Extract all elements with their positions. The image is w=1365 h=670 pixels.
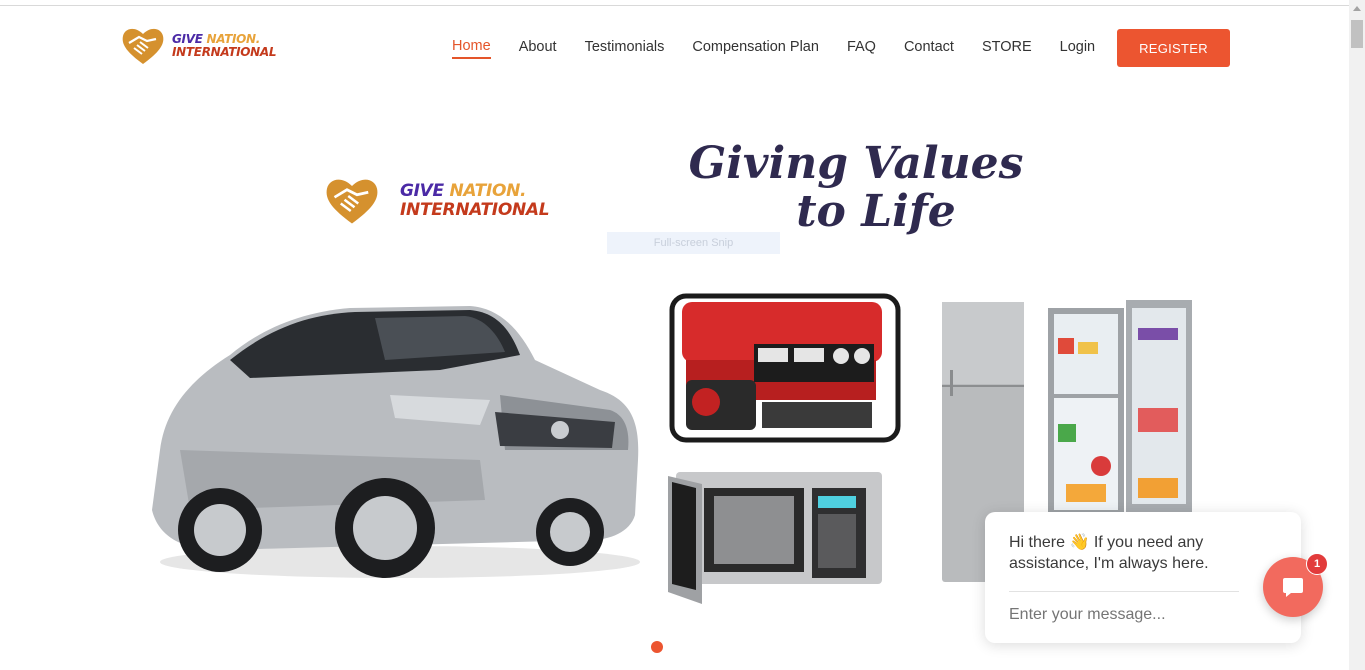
brand-give: GIVE xyxy=(172,32,203,46)
page-scrollbar[interactable] xyxy=(1349,0,1365,670)
header-logo[interactable]: GIVE NATION. INTERNATIONAL xyxy=(120,26,277,66)
suv-car-image xyxy=(152,306,640,578)
main-nav: Home About Testimonials Compensation Pla… xyxy=(452,38,1123,59)
chat-greeting: Hi there 👋 If you need any assistance, I… xyxy=(1009,534,1209,572)
nav-contact[interactable]: Contact xyxy=(904,39,954,58)
chat-popup: Hi there 👋 If you need any assistance, I… xyxy=(985,512,1301,643)
tagline-line-1: Giving Values xyxy=(688,138,1024,189)
nav-testimonials[interactable]: Testimonials xyxy=(585,39,665,58)
tagline-line-2: to Life xyxy=(796,186,956,237)
hero-logo: GIVE NATION. INTERNATIONAL xyxy=(318,176,550,226)
hero-brand-international: INTERNATIONAL xyxy=(400,200,550,220)
nav-faq[interactable]: FAQ xyxy=(847,39,876,58)
scroll-up-arrow-icon[interactable] xyxy=(1353,6,1361,11)
hero-brand-nation: NATION. xyxy=(449,181,527,201)
nav-login[interactable]: Login xyxy=(1060,39,1095,58)
handshake-heart-icon xyxy=(326,179,378,224)
generator-image xyxy=(669,293,901,443)
nav-compensation-plan[interactable]: Compensation Plan xyxy=(692,39,819,58)
chat-notification-badge: 1 xyxy=(1306,553,1328,575)
refrigerator-open-image xyxy=(1048,300,1192,518)
brand-wordmark: GIVE NATION. INTERNATIONAL xyxy=(172,32,277,59)
browser-top-edge xyxy=(0,0,1349,6)
hero-tagline: Giving Values to Life xyxy=(676,140,1036,236)
hero-brand-give: GIVE xyxy=(400,181,444,201)
nav-store[interactable]: STORE xyxy=(982,39,1032,58)
microwave-image xyxy=(668,472,882,604)
handshake-heart-icon xyxy=(122,28,164,64)
screen-snip-overlay: Full-screen Snip xyxy=(607,232,780,254)
chat-message-input[interactable] xyxy=(1009,606,1239,624)
register-button[interactable]: REGISTER xyxy=(1117,29,1230,67)
chat-bubble-icon xyxy=(1283,578,1303,597)
brand-nation: NATION. xyxy=(206,32,261,46)
hero-brand-wordmark: GIVE NATION. INTERNATIONAL xyxy=(400,181,550,220)
nav-about[interactable]: About xyxy=(519,39,557,58)
chat-divider xyxy=(1009,591,1239,592)
scroll-thumb[interactable] xyxy=(1351,20,1363,48)
brand-international: INTERNATIONAL xyxy=(172,45,277,59)
nav-home[interactable]: Home xyxy=(452,38,491,59)
carousel-dot-active[interactable] xyxy=(651,641,663,653)
